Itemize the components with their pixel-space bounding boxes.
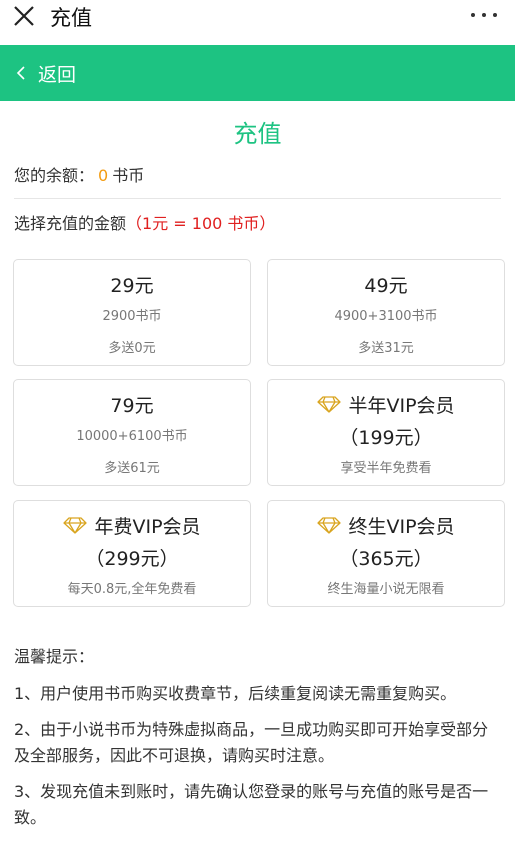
vip-title-row: 半年VIP会员 [268, 391, 504, 418]
exchange-rate: （1元 = 100 书币） [126, 214, 276, 233]
vip-card-annual[interactable]: 年费VIP会员 （299元） 每天0.8元,全年免费看 [13, 500, 251, 607]
plan-coins: 4900+3100书币 [334, 309, 438, 324]
vip-title-row: 年费VIP会员 [14, 512, 250, 539]
vip-title: 终生VIP会员 [348, 516, 455, 538]
webview-title: 充值 [50, 6, 92, 30]
back-button[interactable]: 返回 [14, 45, 76, 101]
plan-card-29[interactable]: 29元 2900书币 多送0元 [13, 259, 251, 366]
balance-row: 您的余额： 0 书币 [14, 162, 144, 186]
tips-heading: 温馨提示： [14, 647, 95, 666]
nav-bar: 返回 [0, 45, 515, 101]
webview-titlebar: 充值 [0, 0, 515, 45]
diamond-icon [317, 517, 342, 534]
divider [14, 198, 501, 199]
vip-title: 年费VIP会员 [94, 516, 201, 538]
balance-unit: 书币 [112, 166, 145, 185]
chevron-left-icon [16, 66, 25, 80]
page-title: 充值 [233, 120, 282, 148]
tip-item: 3、发现充值未到账时，请先确认您登录的账号与充值的账号是否一致。 [14, 782, 489, 827]
balance-value: 0 [98, 166, 109, 185]
vip-price: （365元） [339, 548, 433, 570]
vip-desc: 终生海量小说无限看 [327, 582, 445, 597]
close-icon[interactable] [12, 4, 36, 28]
vip-title: 半年VIP会员 [348, 395, 455, 417]
vip-desc: 享受半年免费看 [340, 461, 432, 476]
tips-section: 温馨提示： 1、用户使用书币购买收费章节，后续重复阅读无需重复购买。 2、由于小… [14, 644, 504, 841]
choose-label: 选择充值的金额 [14, 214, 127, 233]
vip-title-row: 终生VIP会员 [268, 512, 504, 539]
vip-card-lifetime[interactable]: 终生VIP会员 （365元） 终生海量小说无限看 [267, 500, 505, 607]
vip-card-half-year[interactable]: 半年VIP会员 （199元） 享受半年免费看 [267, 379, 505, 486]
plan-card-79[interactable]: 79元 10000+6100书币 多送61元 [13, 379, 251, 486]
plan-card-49[interactable]: 49元 4900+3100书币 多送31元 [267, 259, 505, 366]
diamond-icon [63, 517, 88, 534]
plan-price: 49元 [364, 275, 408, 297]
choose-amount-row: 选择充值的金额（1元 = 100 书币） [14, 210, 275, 234]
plan-price: 79元 [110, 395, 154, 417]
plan-coins: 10000+6100书币 [76, 429, 188, 444]
vip-price: （299元） [85, 548, 179, 570]
tip-item: 2、由于小说书币为特殊虚拟商品，一旦成功购买即可开始享受部分及全部服务，因此不可… [14, 720, 489, 765]
diamond-icon [317, 396, 342, 413]
plan-bonus: 多送61元 [104, 461, 160, 476]
plan-bonus: 多送0元 [108, 341, 156, 356]
vip-price: （199元） [339, 427, 433, 449]
plan-price: 29元 [110, 275, 154, 297]
plan-bonus: 多送31元 [358, 341, 414, 356]
plan-coins: 2900书币 [102, 309, 162, 324]
back-label: 返回 [38, 63, 77, 86]
more-icon[interactable] [471, 13, 497, 19]
tip-item: 1、用户使用书币购买收费章节，后续重复阅读无需重复购买。 [14, 684, 457, 703]
vip-desc: 每天0.8元,全年免费看 [67, 582, 197, 597]
balance-label: 您的余额： [14, 166, 95, 185]
